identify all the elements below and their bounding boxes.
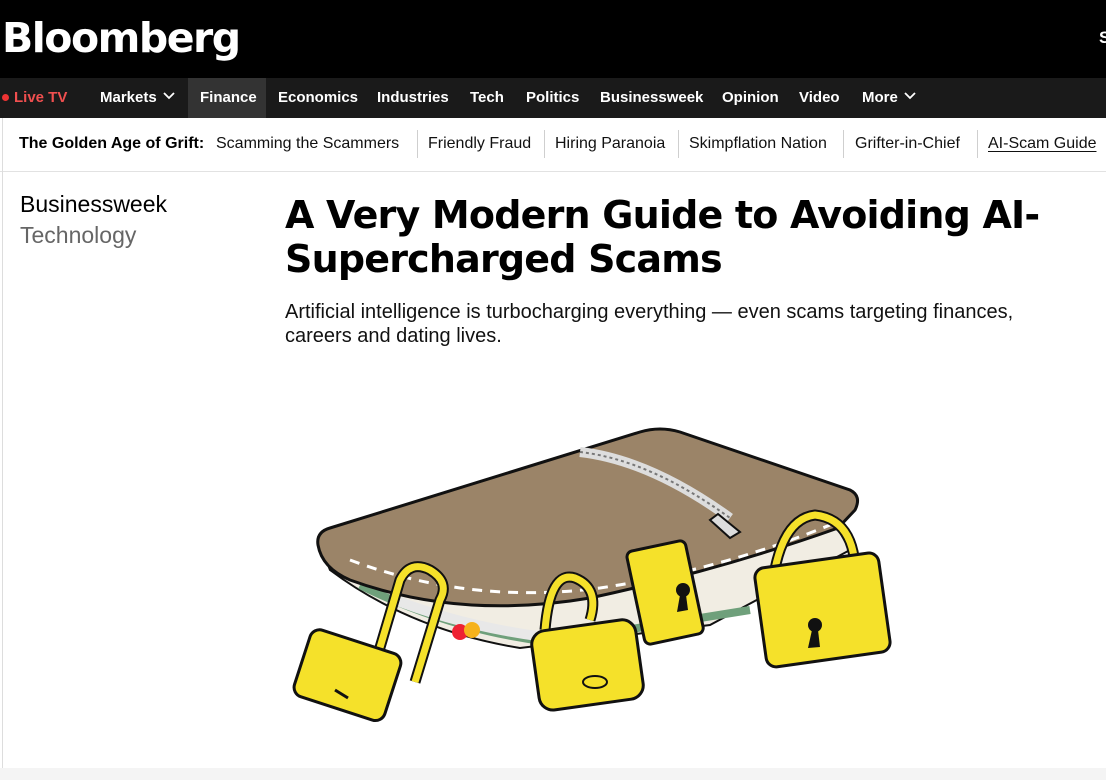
divider [544, 130, 545, 158]
chevron-down-icon [163, 92, 175, 100]
nav-live-tv[interactable]: Live TV [2, 78, 67, 118]
nav-businessweek[interactable]: Businessweek [600, 78, 703, 118]
nav-finance[interactable]: Finance [188, 78, 266, 118]
subnav-link-hiring-paranoia[interactable]: Hiring Paranoia [555, 135, 665, 153]
main-nav: Live TV Markets Finance Economics Indust… [0, 78, 1106, 118]
nav-live-tv-label: Live TV [14, 89, 68, 106]
subnav-link-skimpflation-nation[interactable]: Skimpflation Nation [689, 135, 827, 153]
page-bottom-edge [0, 768, 1106, 780]
live-dot-icon [2, 94, 9, 101]
left-rule [2, 118, 3, 780]
nav-economics[interactable]: Economics [278, 78, 358, 118]
nav-tech[interactable]: Tech [470, 78, 504, 118]
nav-markets-label: Markets [100, 89, 157, 106]
article-dek: Artificial intelligence is turbocharging… [285, 301, 1014, 347]
subsection-label[interactable]: Technology [20, 222, 136, 249]
nav-markets[interactable]: Markets [100, 78, 175, 118]
chevron-down-icon [904, 92, 916, 100]
nav-finance-label: Finance [200, 89, 257, 106]
nav-more-label: More [862, 89, 898, 106]
subnav-link-grifter-in-chief[interactable]: Grifter-in-Chief [855, 135, 960, 153]
section-label[interactable]: Businessweek [20, 191, 167, 218]
nav-opinion[interactable]: Opinion [722, 78, 779, 118]
divider [843, 130, 844, 158]
topbar-right-label[interactable]: S [1099, 28, 1106, 48]
bloomberg-logo[interactable]: Bloomberg [2, 12, 241, 64]
nav-industries[interactable]: Industries [377, 78, 449, 118]
wallet-padlocks-illustration [292, 427, 892, 723]
top-bar: Bloomberg S [0, 0, 1106, 78]
series-subnav: The Golden Age of Grift: Scamming the Sc… [0, 118, 1106, 172]
subnav-link-friendly-fraud[interactable]: Friendly Fraud [428, 135, 531, 153]
divider [678, 130, 679, 158]
nav-politics[interactable]: Politics [526, 78, 579, 118]
divider [977, 130, 978, 158]
article-headline: A Very Modern Guide to Avoiding AI-Super… [285, 193, 1040, 281]
subnav-link-ai-scam-guide[interactable]: AI-Scam Guide [988, 135, 1096, 153]
divider [417, 130, 418, 158]
series-title: The Golden Age of Grift: [19, 135, 205, 152]
subnav-link-scamming-the-scammers[interactable]: Scamming the Scammers [216, 135, 399, 153]
nav-more[interactable]: More [862, 78, 916, 118]
nav-video[interactable]: Video [799, 78, 840, 118]
